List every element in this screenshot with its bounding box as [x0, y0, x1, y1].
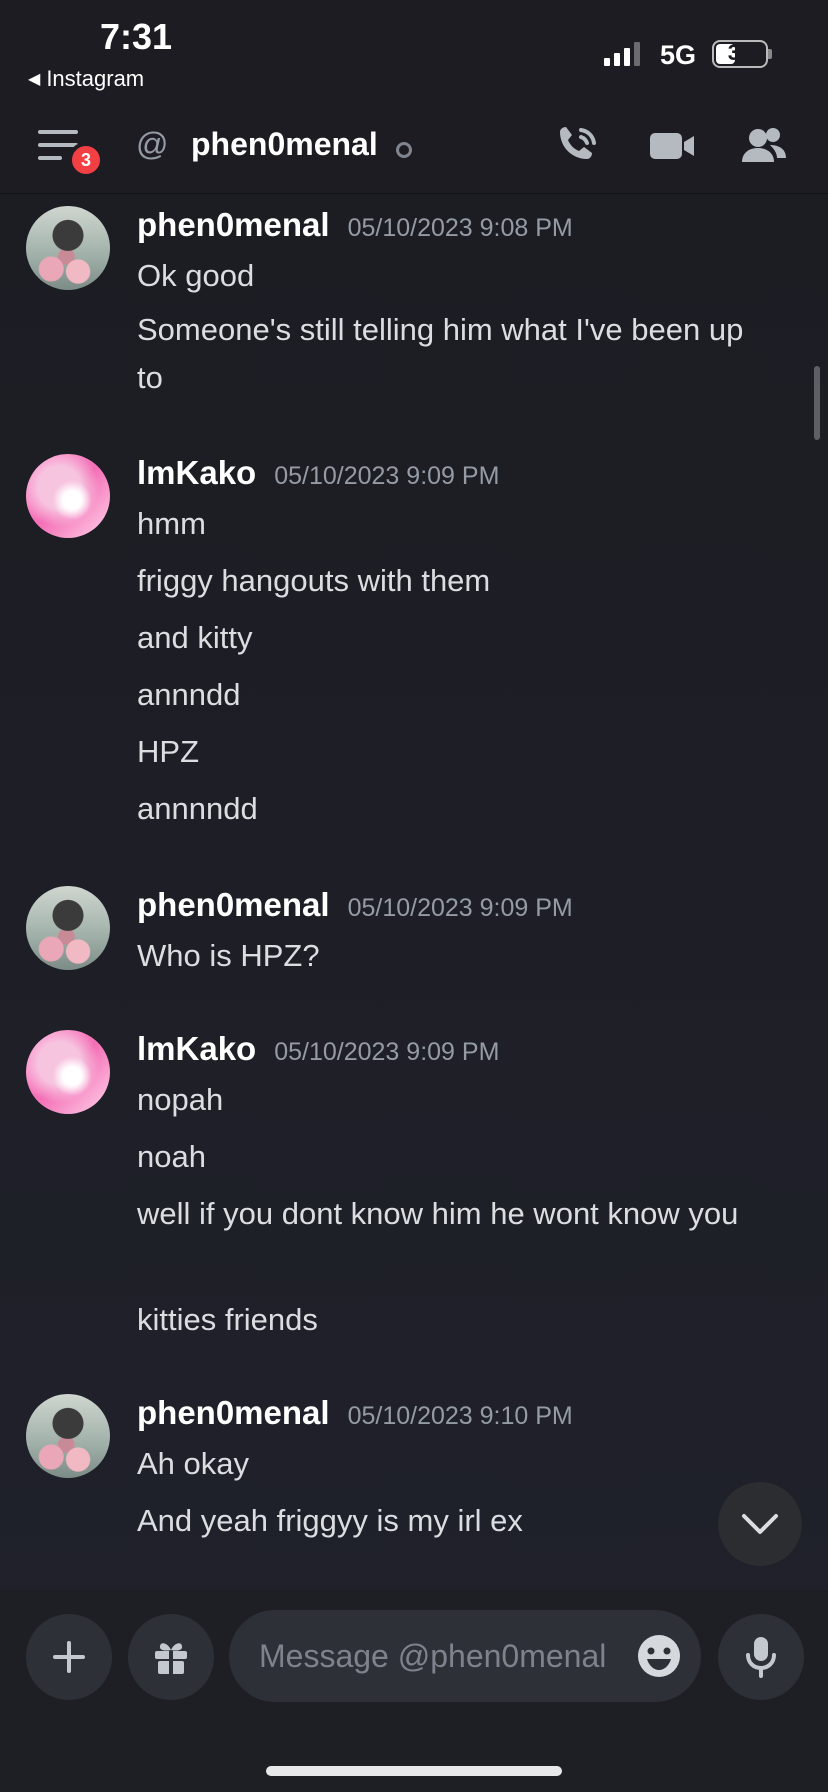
battery-level: 37	[727, 40, 753, 65]
menu-icon	[38, 130, 78, 134]
message-text[interactable]: noah	[137, 1133, 777, 1181]
offline-status-icon	[396, 142, 412, 158]
message-text[interactable]: well if you dont know him he wont know y…	[137, 1190, 777, 1238]
timestamp: 05/10/2023 9:09 PM	[274, 1038, 500, 1066]
message-text[interactable]: HPZ	[137, 728, 777, 776]
author-name[interactable]: phen0menal	[137, 886, 330, 924]
emoji-icon	[638, 1635, 680, 1677]
unread-badge: 3	[68, 142, 104, 178]
network-type: 5G	[660, 40, 697, 70]
message-text[interactable]: Who is HPZ?	[137, 932, 777, 980]
jump-to-latest-button[interactable]	[718, 1482, 802, 1566]
message-header: phen0menal 05/10/2023 9:08 PM	[137, 206, 573, 244]
message-header: lmKako 05/10/2023 9:09 PM	[137, 1030, 499, 1068]
dm-header: 3 @ phen0menal	[0, 96, 828, 194]
message-text[interactable]: hmm	[137, 500, 777, 548]
gift-button[interactable]	[128, 1614, 214, 1700]
avatar[interactable]	[26, 1394, 110, 1478]
chevron-down-icon	[742, 1514, 778, 1534]
message-header: lmKako 05/10/2023 9:09 PM	[137, 454, 499, 492]
voice-call-button[interactable]	[554, 124, 602, 168]
scrollbar[interactable]	[814, 366, 820, 440]
voice-message-button[interactable]	[718, 1614, 804, 1700]
at-icon: @	[136, 126, 169, 162]
timestamp: 05/10/2023 9:08 PM	[347, 214, 573, 242]
back-to-app-link[interactable]: ◀ Instagram	[28, 66, 144, 92]
microphone-icon	[746, 1637, 776, 1678]
menu-icon-bar	[38, 156, 62, 160]
status-bar: 7:31 ◀ Instagram 5G 37	[0, 0, 828, 96]
message-input-box[interactable]	[229, 1610, 701, 1702]
home-indicator[interactable]	[266, 1766, 562, 1776]
members-button[interactable]	[740, 124, 788, 168]
battery-cap	[768, 49, 772, 59]
message-text[interactable]: Ah okay	[137, 1440, 777, 1488]
back-app-label: Instagram	[46, 66, 145, 91]
phone-call-icon	[560, 127, 596, 159]
message-text[interactable]: annnndd	[137, 785, 777, 833]
dm-title[interactable]: phen0menal	[191, 126, 378, 163]
menu-icon-bar	[38, 143, 78, 147]
author-name[interactable]: phen0menal	[137, 1394, 330, 1432]
message-header: phen0menal 05/10/2023 9:09 PM	[137, 886, 573, 924]
message-text[interactable]: annndd	[137, 671, 777, 719]
members-icon	[742, 128, 786, 162]
emoji-button[interactable]	[635, 1632, 683, 1680]
message-list[interactable]: phen0menal 05/10/2023 9:08 PM Ok good So…	[0, 194, 828, 1590]
battery-icon: 37	[712, 40, 768, 68]
message-text[interactable]: and kitty	[137, 614, 777, 662]
add-attachment-button[interactable]	[26, 1614, 112, 1700]
video-camera-icon	[650, 133, 694, 159]
message-text[interactable]: Someone's still telling him what I've be…	[137, 306, 777, 402]
author-name[interactable]: lmKako	[137, 454, 256, 492]
timestamp: 05/10/2023 9:09 PM	[274, 462, 500, 490]
message-text[interactable]: Ok good	[137, 252, 777, 300]
message-header: phen0menal 05/10/2023 9:10 PM	[137, 1394, 573, 1432]
message-text[interactable]: kitties friends	[137, 1296, 777, 1344]
status-time: 7:31	[100, 16, 173, 57]
avatar[interactable]	[26, 454, 110, 538]
avatar[interactable]	[26, 1030, 110, 1114]
gift-icon	[155, 1643, 187, 1674]
message-composer	[0, 1590, 828, 1792]
message-input[interactable]	[259, 1630, 619, 1682]
back-triangle-icon: ◀	[28, 71, 41, 88]
message-text[interactable]: And yeah friggyy is my irl ex	[137, 1497, 777, 1545]
message-text[interactable]: friggy hangouts with them	[137, 557, 777, 605]
author-name[interactable]: lmKako	[137, 1030, 256, 1068]
timestamp: 05/10/2023 9:09 PM	[347, 894, 573, 922]
avatar[interactable]	[26, 886, 110, 970]
avatar[interactable]	[26, 206, 110, 290]
message-text[interactable]: nopah	[137, 1076, 777, 1124]
plus-icon	[53, 1641, 85, 1673]
video-call-button[interactable]	[648, 124, 696, 168]
cellular-signal-icon	[604, 42, 640, 66]
timestamp: 05/10/2023 9:10 PM	[347, 1402, 573, 1430]
author-name[interactable]: phen0menal	[137, 206, 330, 244]
